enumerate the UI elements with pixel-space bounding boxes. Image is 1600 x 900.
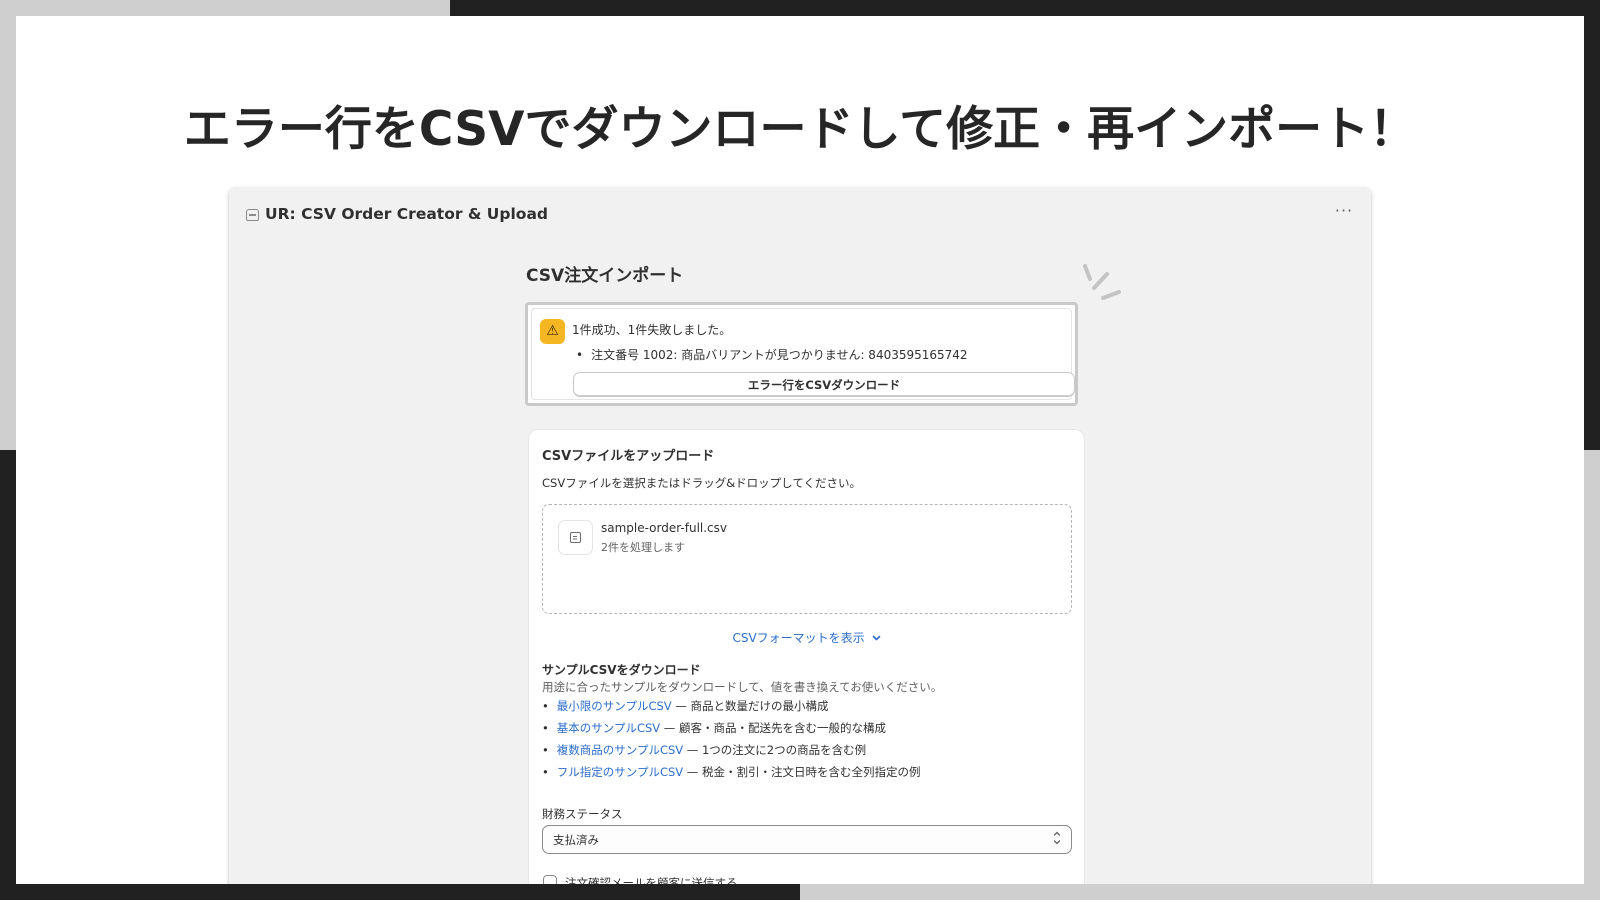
warning-triangle-icon: ⚠ <box>540 319 565 344</box>
banner-error-item: 注文番号 1002: 商品バリアントが見つかりません: 840359516574… <box>576 346 967 363</box>
sample-link-minimal[interactable]: 最小限のサンプルCSV <box>557 699 672 713</box>
format-toggle-label: CSVフォーマットを表示 <box>732 631 865 645</box>
financial-status-value: 支払済み <box>553 833 599 847</box>
upload-heading: CSVファイルをアップロード <box>542 449 715 464</box>
select-arrows-icon <box>1053 829 1061 850</box>
sample-list: 最小限のサンプルCSV — 商品と数量だけの最小構成 基本のサンプルCSV — … <box>542 698 921 786</box>
upload-card: CSVファイルをアップロード CSVファイルを選択またはドラッグ&ドロップしてく… <box>528 429 1085 884</box>
list-item: 複数商品のサンプルCSV — 1つの注文に2つの商品を含む例 <box>542 742 920 764</box>
send-confirmation-checkbox[interactable] <box>543 875 557 884</box>
banner-message: 1件成功、1件失敗しました。 <box>572 323 732 337</box>
show-csv-format-toggle[interactable]: CSVフォーマットを表示 <box>529 629 1084 646</box>
file-info: 2件を処理します <box>601 541 685 554</box>
send-confirmation-label: 注文確認メールを顧客に送信する <box>565 876 738 884</box>
banner-body: ⚠ 1件成功、1件失敗しました。 注文番号 1002: 商品バリアントが見つかり… <box>531 308 1075 400</box>
page-title: CSV注文インポート <box>526 266 684 286</box>
sample-note: — 1つの注文に2つの商品を含む例 <box>683 743 867 757</box>
sample-heading: サンプルCSVをダウンロード <box>542 663 701 677</box>
sample-description: 用途に合ったサンプルをダウンロードして、値を書き換えてお使いください。 <box>542 680 943 694</box>
sample-note: — 商品と数量だけの最小構成 <box>671 699 829 713</box>
sample-note: — 税金・割引・注文日時を含む全列指定の例 <box>683 765 921 779</box>
slide-title: エラー行をCSVでダウンロードして修正・再インポート！ <box>183 102 1417 157</box>
file-name: sample-order-full.csv <box>601 521 728 535</box>
slide: エラー行をCSVでダウンロードして修正・再インポート！ UR: CSV Orde… <box>16 16 1584 884</box>
financial-status-select[interactable]: 支払済み <box>542 825 1072 854</box>
list-item: 最小限のサンプルCSV — 商品と数量だけの最小構成 <box>542 698 920 720</box>
app-title: UR: CSV Order Creator & Upload <box>265 205 549 223</box>
import-result-banner: ⚠ 1件成功、1件失敗しました。 注文番号 1002: 商品バリアントが見つかり… <box>525 302 1078 406</box>
sample-note: — 顧客・商品・配送先を含む一般的な構成 <box>660 721 886 735</box>
sample-link-basic[interactable]: 基本のサンプルCSV <box>557 721 660 735</box>
financial-status-label: 財務ステータス <box>542 807 623 821</box>
app-header: UR: CSV Order Creator & Upload ··· <box>229 188 1371 240</box>
sample-link-full[interactable]: フル指定のサンプルCSV <box>557 765 683 779</box>
app-window: UR: CSV Order Creator & Upload ··· CSV注文… <box>229 188 1371 884</box>
list-item: フル指定のサンプルCSV — 税金・割引・注文日時を含む全列指定の例 <box>542 764 921 786</box>
loading-spinner-icon <box>1083 264 1121 300</box>
more-actions-button[interactable]: ··· <box>1331 200 1357 226</box>
file-icon <box>558 520 593 555</box>
download-error-rows-button[interactable]: エラー行をCSVダウンロード <box>573 372 1075 397</box>
list-item: 基本のサンプルCSV — 顧客・商品・配送先を含む一般的な構成 <box>542 720 920 742</box>
app-logo-icon <box>246 209 259 221</box>
upload-description: CSVファイルを選択またはドラッグ&ドロップしてください。 <box>542 476 861 490</box>
file-dropzone[interactable]: sample-order-full.csv 2件を処理します <box>542 504 1072 614</box>
sample-link-multi[interactable]: 複数商品のサンプルCSV <box>557 743 683 757</box>
chevron-down-icon <box>872 631 881 645</box>
